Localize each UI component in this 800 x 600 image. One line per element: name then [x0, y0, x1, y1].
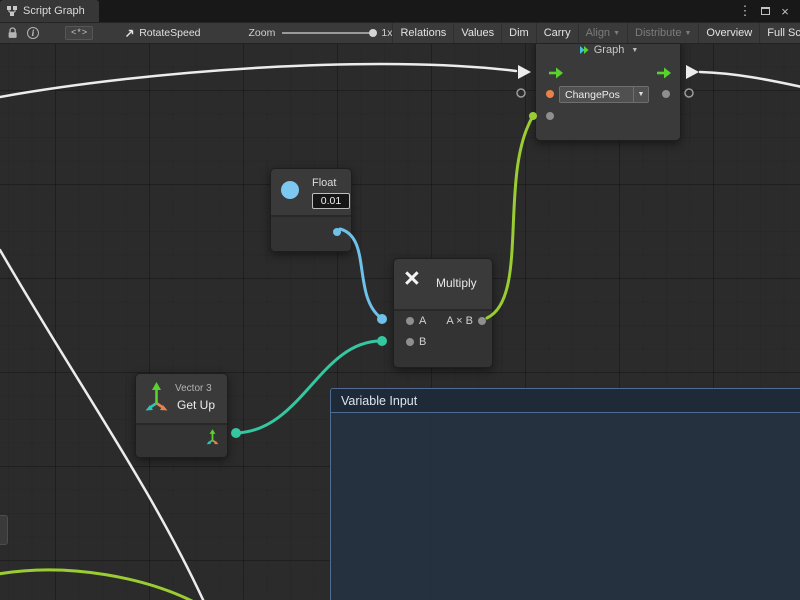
wire-end-dot-vector: [377, 336, 387, 346]
vector3-port-icon[interactable]: [205, 428, 220, 450]
zoom-slider[interactable]: [282, 32, 374, 34]
multiply-out-label: A × B: [446, 315, 473, 327]
window-controls: ⋮ ×: [735, 0, 800, 22]
wire-bottom-left: [0, 570, 198, 600]
script-graph-icon: [6, 5, 18, 17]
info-icon[interactable]: i: [27, 27, 39, 39]
chevron-down-icon: ▼: [631, 47, 638, 54]
group-title: Variable Input: [341, 394, 417, 408]
multiply-icon: ×: [404, 265, 420, 292]
zoom-value: 1x: [381, 27, 392, 39]
variable-name-value: ChangePos: [560, 89, 633, 101]
float-value-input[interactable]: 0.01: [312, 193, 350, 209]
flow-out-port[interactable]: [656, 66, 672, 85]
wire-start-dot-getup: [231, 428, 241, 438]
wire-flow-in: [0, 64, 516, 97]
overview-button[interactable]: Overview: [698, 23, 759, 43]
zoom-label: Zoom: [249, 27, 276, 39]
node-get-up[interactable]: Vector 3 Get Up: [135, 373, 228, 458]
values-button[interactable]: Values: [453, 23, 501, 43]
node-multiply[interactable]: × Multiply A A × B B: [393, 258, 493, 368]
chevron-down-icon: ▼: [638, 91, 645, 98]
flow-arrowhead-out: [686, 65, 699, 79]
window-maximize-icon[interactable]: [755, 1, 775, 21]
multiply-a-label: A: [419, 315, 426, 327]
window-menu-icon[interactable]: ⋮: [735, 1, 755, 21]
multiply-b-port[interactable]: [406, 338, 414, 346]
node-get-up-category: Vector 3: [175, 383, 212, 394]
wire-multiply-to-setvar: [487, 116, 533, 318]
graph-toolbar: i <*> RotateSpeed Zoom 1x Relations Valu…: [0, 22, 800, 44]
group-variable-input[interactable]: Variable Input: [330, 388, 800, 600]
variable-name-dropdown[interactable]: ChangePos ▼: [559, 86, 649, 103]
chevron-down-icon: ▼: [684, 30, 691, 37]
node-fragment[interactable]: [0, 515, 8, 545]
graph-canvas[interactable]: Variable Input Graph ▼ ChangePos ▼ Float: [0, 44, 800, 600]
toolbar-buttons: Relations Values Dim Carry Align▼ Distri…: [392, 23, 800, 43]
node-set-variable[interactable]: Graph ▼ ChangePos ▼: [535, 44, 681, 141]
variable-kind-label: Graph: [594, 44, 625, 56]
zoom-control: Zoom 1x: [249, 27, 393, 39]
node-multiply-ports: A A × B B: [394, 309, 492, 367]
float-out-port[interactable]: [333, 228, 341, 236]
dropdown-caret: ▼: [633, 87, 648, 102]
distribute-button[interactable]: Distribute▼: [627, 23, 698, 43]
fullscreen-button[interactable]: Full Screen: [759, 23, 800, 43]
dim-button[interactable]: Dim: [501, 23, 536, 43]
align-button[interactable]: Align▼: [578, 23, 627, 43]
group-header[interactable]: Variable Input: [331, 389, 800, 413]
node-get-up-ports: [136, 423, 227, 457]
window-tab-bar: Script Graph ⋮ ×: [0, 0, 800, 22]
tab-script-graph[interactable]: Script Graph: [0, 0, 99, 22]
multiply-out-port[interactable]: [478, 317, 486, 325]
node-float-ports: [271, 215, 351, 251]
chevron-down-icon: ▼: [613, 30, 620, 37]
value-in-port[interactable]: [546, 112, 554, 120]
variable-kind-icon: [578, 44, 590, 56]
graph-asset: RotateSpeed: [125, 27, 200, 39]
node-float-label: Float: [312, 177, 336, 189]
multiply-a-port[interactable]: [406, 317, 414, 325]
code-toggle-button[interactable]: <*>: [65, 26, 93, 40]
vector3-icon: [143, 380, 170, 417]
port-circle-left[interactable]: [517, 89, 525, 97]
lock-icon[interactable]: [7, 27, 18, 39]
node-get-up-title: Get Up: [177, 398, 215, 412]
node-multiply-title: Multiply: [436, 276, 477, 290]
flow-in-port[interactable]: [548, 66, 564, 85]
graph-asset-icon: [125, 28, 135, 38]
wire-flow-out: [700, 72, 800, 87]
node-set-variable-header[interactable]: Graph ▼: [536, 44, 680, 63]
window-close-icon[interactable]: ×: [775, 1, 795, 21]
float-type-icon: [281, 181, 299, 199]
zoom-slider-thumb[interactable]: [369, 29, 377, 37]
multiply-b-label: B: [419, 336, 426, 348]
variable-name-port[interactable]: [546, 90, 554, 98]
value-out-port[interactable]: [662, 90, 670, 98]
tab-title: Script Graph: [23, 5, 85, 17]
wire-end-dot-float: [377, 314, 387, 324]
graph-asset-name: RotateSpeed: [139, 27, 200, 39]
port-circle-right[interactable]: [685, 89, 693, 97]
relations-button[interactable]: Relations: [392, 23, 453, 43]
flow-arrowhead-in: [518, 65, 531, 79]
node-float[interactable]: Float 0.01: [270, 168, 352, 252]
carry-button[interactable]: Carry: [536, 23, 578, 43]
